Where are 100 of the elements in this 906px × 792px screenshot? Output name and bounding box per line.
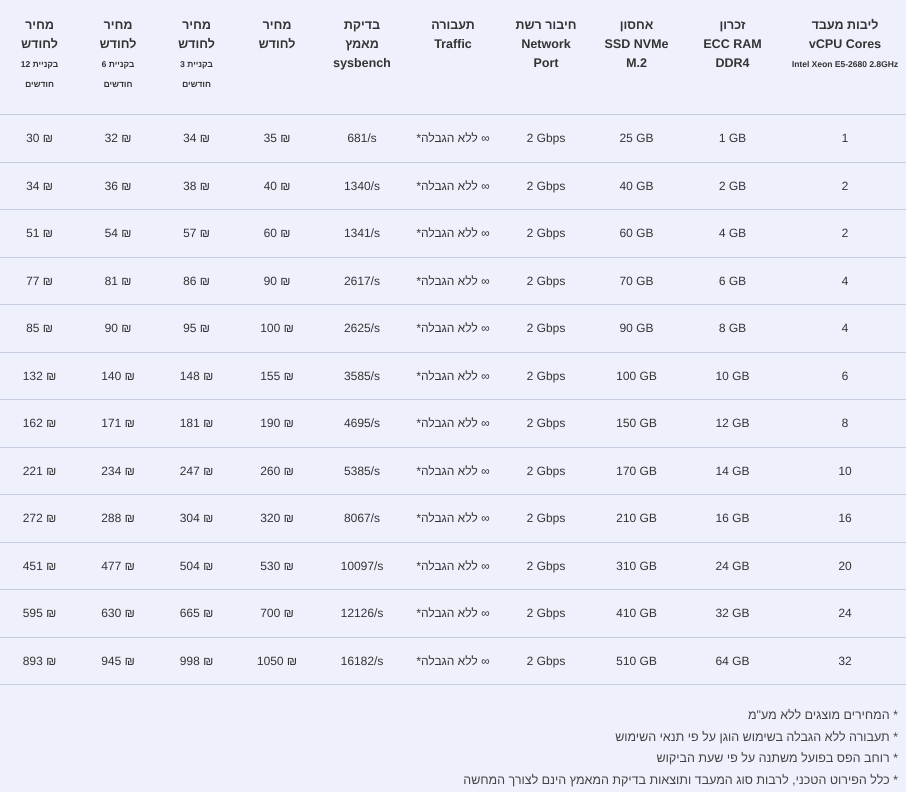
table-cell: 64 GB	[715, 654, 750, 668]
column-header: תעבורה	[430, 17, 476, 34]
column-header: vCPU Cores	[808, 36, 882, 53]
table-cell: ∞ ללא הגבלה*	[416, 131, 490, 146]
table-cell: 2 Gbps	[526, 464, 566, 478]
table-cell: 70 GB	[619, 274, 654, 288]
column-header: DDR4	[714, 55, 751, 72]
footnote: * כלל הפירוט הטכני, לרבות סוג המעבד ותוצאות בדיקת המאמץ הינם לצורך המחשה	[463, 772, 898, 788]
column-header: חיבור רשת	[514, 17, 578, 34]
table-cell: 2 Gbps	[526, 368, 566, 383]
table-cell: ∞ ללא הגבלה*	[416, 178, 490, 193]
table-cell: 504 ₪	[180, 558, 214, 573]
column-header: אחסון	[618, 17, 654, 34]
table-cell: 5385/s	[344, 464, 380, 478]
table-cell: 140 ₪	[101, 368, 135, 383]
table-cell: 700 ₪	[260, 606, 294, 620]
table-cell: 90 ₪	[264, 274, 290, 288]
table-cell: 35 ₪	[264, 131, 290, 146]
table-cell: 1 GB	[718, 131, 746, 146]
column-header: זכרון	[718, 17, 746, 34]
table-cell: 10 GB	[715, 368, 750, 383]
table-cell: 16 GB	[715, 511, 750, 526]
table-cell: 24	[838, 606, 852, 620]
column-header: ליבות מעבד	[810, 17, 880, 34]
table-cell: 16182/s	[340, 654, 384, 668]
table-cell: 54 ₪	[104, 226, 132, 240]
column-header: לחודש	[177, 36, 216, 53]
column-header: מאמץ	[344, 36, 380, 53]
table-cell: 85 ₪	[26, 321, 53, 336]
table-cell: 210 GB	[616, 511, 657, 526]
table-cell: 893 ₪	[22, 654, 56, 668]
table-cell: 100 GB	[616, 368, 657, 383]
table-cell: 2 Gbps	[526, 321, 566, 336]
table-cell: ∞ ללא הגבלה*	[416, 321, 490, 336]
table-cell: 181 ₪	[180, 416, 214, 430]
table-cell: 260 ₪	[260, 464, 294, 478]
table-cell: 90 ₪	[104, 321, 132, 336]
table-cell: 190 ₪	[260, 416, 294, 430]
table-cell: 2	[842, 178, 848, 193]
table-cell: 36 ₪	[104, 178, 132, 193]
column-subheader: חודשים	[24, 78, 55, 91]
footnote: * תעבורה ללא הגבלה בשימוש הוגן על פי תנאי השימוש	[615, 728, 898, 746]
table-cell: 77 ₪	[26, 274, 53, 288]
column-header: sysbench	[332, 55, 392, 72]
column-header: מחיר	[181, 17, 212, 34]
table-cell: 8067/s	[344, 511, 380, 526]
table-cell: 150 GB	[616, 416, 657, 430]
table-cell: 51 ₪	[26, 226, 53, 240]
table-cell: 2 Gbps	[526, 178, 566, 193]
table-cell: 310 GB	[616, 558, 657, 573]
table-cell: 162 ₪	[22, 416, 56, 430]
table-cell: 272 ₪	[22, 511, 56, 526]
table-cell: 100 ₪	[260, 321, 294, 336]
table-cell: 1340/s	[344, 178, 380, 193]
column-header: לחודש	[20, 36, 59, 53]
footnote: * רוחב הפס בפועל משתנה על פי שעת הביקוש	[656, 750, 898, 767]
column-header: מחיר	[262, 17, 292, 34]
table-cell: 20	[838, 558, 852, 573]
table-cell: 2	[842, 226, 848, 240]
table-cell: 25 GB	[619, 131, 654, 146]
table-cell: 530 ₪	[260, 558, 294, 573]
table-cell: 2617/s	[344, 274, 380, 288]
table-cell: 630 ₪	[101, 606, 135, 620]
table-cell: 34 ₪	[183, 131, 210, 146]
table-cell: 304 ₪	[180, 511, 214, 526]
table-cell: 4	[842, 321, 848, 336]
table-cell: 8	[842, 416, 848, 430]
table-cell: 998 ₪	[180, 654, 214, 668]
table-cell: 30 ₪	[26, 131, 53, 146]
column-subheader: Intel Xeon E5-2680 2.8GHz	[790, 58, 900, 71]
table-cell: 2 Gbps	[526, 511, 566, 526]
table-cell: 171 ₪	[101, 416, 135, 430]
column-header: בדיקת	[342, 17, 382, 34]
table-cell: 10	[838, 464, 852, 478]
table-cell: 86 ₪	[183, 274, 210, 288]
table-cell: 2625/s	[344, 321, 380, 336]
table-cell: 8 GB	[718, 321, 746, 336]
table-cell: 945 ₪	[101, 654, 135, 668]
column-header: Traffic	[433, 36, 473, 53]
column-subheader: בקניית 6	[100, 58, 136, 71]
table-cell: 1341/s	[344, 226, 380, 240]
table-cell: ∞ ללא הגבלה*	[416, 464, 490, 478]
table-cell: 221 ₪	[22, 464, 56, 478]
table-cell: ∞ ללא הגבלה*	[416, 274, 490, 288]
table-cell: 148 ₪	[180, 368, 214, 383]
table-cell: 32 GB	[715, 606, 750, 620]
column-header: SSD NVMe	[604, 36, 670, 53]
table-cell: 132 ₪	[22, 368, 56, 383]
table-cell: 81 ₪	[104, 274, 132, 288]
table-cell: 1050 ₪	[256, 654, 298, 668]
table-cell: 681/s	[347, 131, 377, 146]
table-cell: 40 ₪	[264, 178, 290, 193]
table-cell: 4 GB	[718, 226, 746, 240]
table-cell: 24 GB	[715, 558, 750, 573]
column-header: ECC RAM	[702, 36, 763, 53]
table-cell: 595 ₪	[22, 606, 56, 620]
table-cell: 60 ₪	[264, 226, 290, 240]
table-cell: ∞ ללא הגבלה*	[416, 226, 490, 240]
table-cell: 60 GB	[619, 226, 654, 240]
column-header: מחיר	[24, 17, 55, 34]
